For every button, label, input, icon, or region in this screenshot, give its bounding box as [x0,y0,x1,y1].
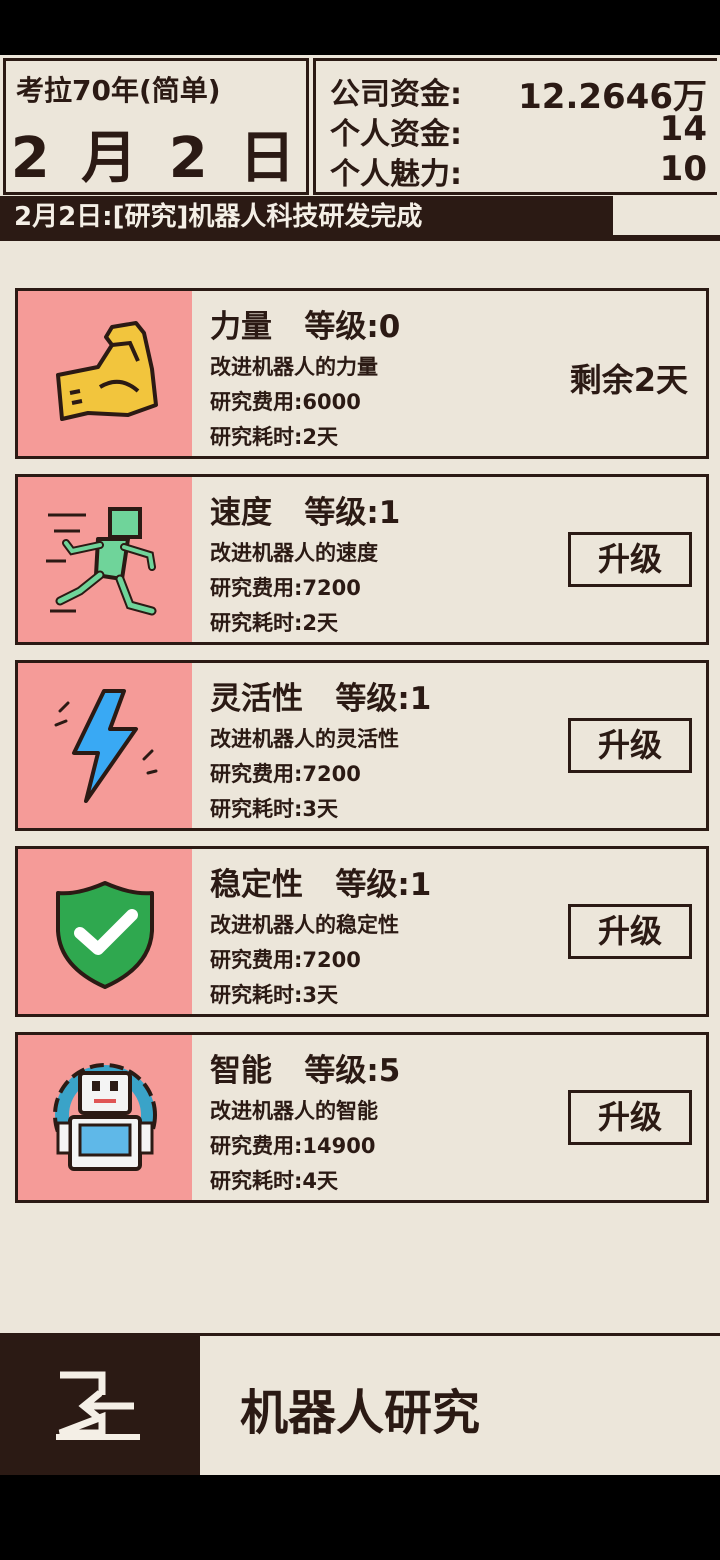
research-description: 改进机器人的力量 [210,355,378,379]
research-level: 等级:1 [335,867,432,903]
company-funds: 公司资金: 12.2646万 [330,69,707,117]
current-date: 2 月 2 日 [10,126,302,191]
research-level: 等级:0 [304,309,401,345]
research-cost: 研究费用:7200 [210,762,361,786]
running-robot-icon [46,507,157,616]
stats-panel: 公司资金: 12.2646万 个人资金: 14 个人魅力: 10 [313,58,717,195]
research-icon-panel [18,663,192,828]
research-cost: 研究费用:7200 [210,576,361,600]
research-icon-panel [18,477,192,642]
remaining-days: 剩余2天 [569,361,688,399]
research-description: 改进机器人的智能 [210,1099,378,1123]
upgrade-button-agility[interactable]: 升级 [568,718,692,773]
page-title: 机器人研究 [240,1385,481,1441]
upgrade-button-speed[interactable]: 升级 [568,532,692,587]
header-divider [0,238,720,241]
date-panel: 考拉70年(简单) 2 月 2 日 [3,58,309,195]
research-icon-panel [18,1035,192,1200]
research-cost: 研究费用:14900 [210,1134,376,1158]
research-title: 力量 等级:0 [210,301,400,346]
research-cost: 研究费用:6000 [210,390,361,414]
exit-button[interactable] [0,1336,200,1475]
research-name: 稳定性 [210,867,303,903]
personal-funds-label: 个人资金: [330,117,462,152]
research-card-intelligence: 智能 等级:5 改进机器人的智能 研究费用:14900 研究耗时:4天 升级 [15,1032,709,1203]
research-duration: 研究耗时:2天 [210,425,339,449]
research-card-agility: 灵活性 等级:1 改进机器人的灵活性 研究费用:7200 研究耗时:3天 升级 [15,660,709,831]
research-icon-panel [18,291,192,456]
research-name: 灵活性 [210,681,303,717]
research-title: 稳定性 等级:1 [210,859,431,904]
research-title: 速度 等级:1 [210,487,400,532]
research-level: 等级:5 [304,1053,401,1089]
personal-charm-label: 个人魅力: [330,157,462,192]
research-description: 改进机器人的速度 [210,541,378,565]
research-card-strength: 力量 等级:0 改进机器人的力量 研究费用:6000 研究耗时:2天 剩余2天 [15,288,709,459]
news-side-box [613,196,720,238]
upgrade-button-stability[interactable]: 升级 [568,904,692,959]
research-duration: 研究耗时:2天 [210,611,339,635]
research-card-stability: 稳定性 等级:1 改进机器人的稳定性 研究费用:7200 研究耗时:3天 升级 [15,846,709,1017]
personal-charm: 个人魅力: 10 [330,149,707,192]
research-name: 力量 [210,309,272,345]
research-duration: 研究耗时:3天 [210,983,339,1007]
research-description: 改进机器人的灵活性 [210,727,399,751]
research-card-speed: 速度 等级:1 改进机器人的速度 研究费用:7200 研究耗时:2天 升级 [15,474,709,645]
company-funds-label: 公司资金: [330,77,462,112]
personal-funds-value: 14 [659,109,707,149]
research-level: 等级:1 [335,681,432,717]
research-duration: 研究耗时:3天 [210,797,339,821]
research-level: 等级:1 [304,495,401,531]
research-icon-panel [18,849,192,1014]
flexed-arm-icon [56,321,158,421]
research-name: 速度 [210,495,272,531]
upgrade-button-intelligence[interactable]: 升级 [568,1090,692,1145]
personal-charm-value: 10 [659,149,707,189]
lightning-icon [54,689,158,803]
research-cost: 研究费用:7200 [210,948,361,972]
research-name: 智能 [210,1053,272,1089]
personal-funds: 个人资金: 14 [330,109,707,152]
game-screen: 考拉70年(简单) 2 月 2 日 公司资金: 12.2646万 个人资金: 1… [0,55,720,1475]
research-description: 改进机器人的稳定性 [210,913,399,937]
era-label: 考拉70年(简单) [16,74,221,107]
research-duration: 研究耗时:4天 [210,1169,339,1193]
research-title: 灵活性 等级:1 [210,673,431,718]
exit-door-icon [56,1371,140,1440]
news-ticker: 2月2日:[研究]机器人科技研发完成 [0,196,613,238]
shield-check-icon [56,881,154,989]
robot-gear-icon [53,1063,157,1171]
research-title: 智能 等级:5 [210,1045,400,1090]
